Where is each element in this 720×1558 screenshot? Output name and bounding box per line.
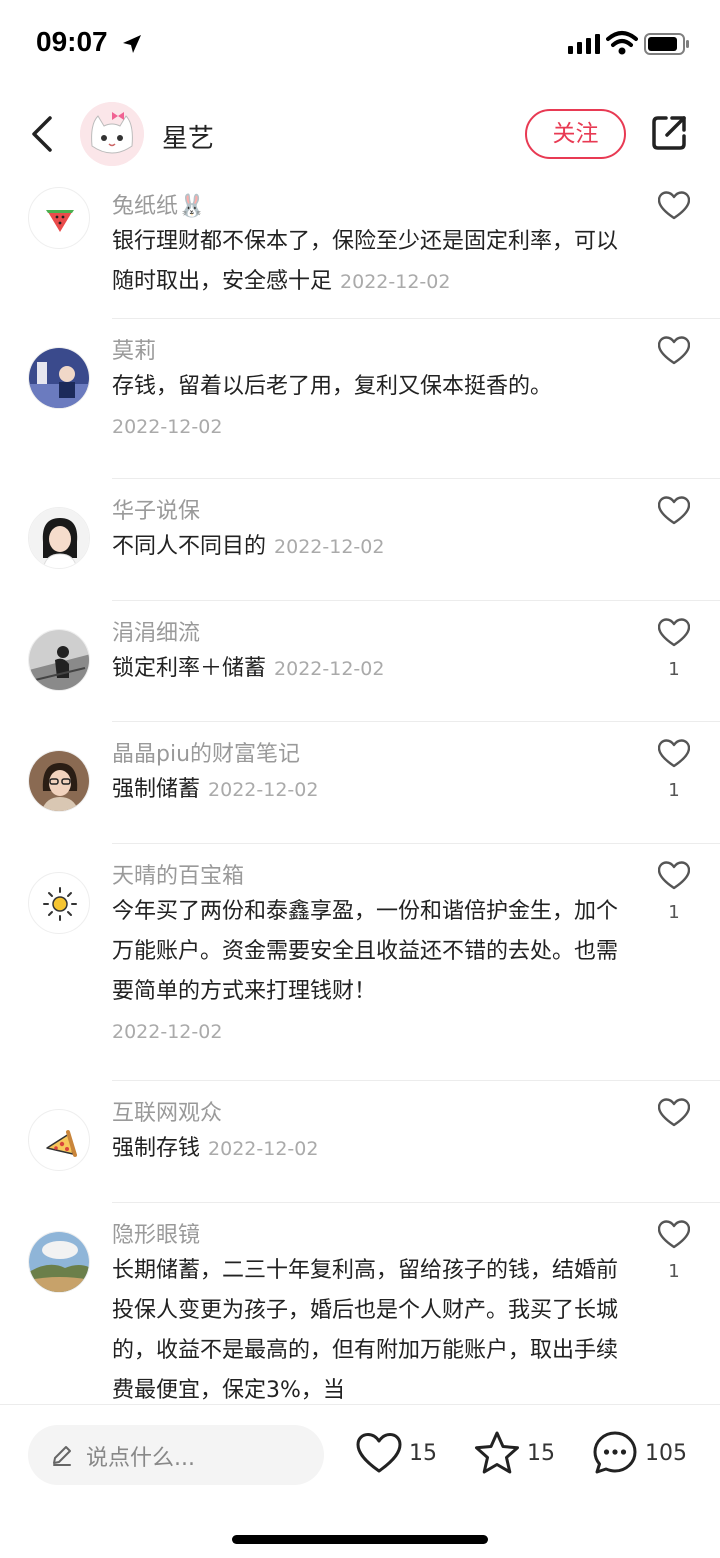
comment-input-placeholder: 说点什么... (86, 1446, 195, 1471)
header: 星艺 关注 (0, 96, 720, 174)
status-bar: 09:07 (0, 0, 720, 88)
comment-body: 强制储蓄 (112, 777, 201, 802)
favorite-button[interactable]: 15 (474, 1429, 558, 1481)
signal-icon (568, 34, 600, 54)
heart-icon[interactable] (658, 336, 690, 366)
comment-item[interactable]: 互联网观众 强制存钱 2022-12-02 (0, 1081, 720, 1203)
comment-date: 2022-12-02 (340, 271, 451, 293)
commenter-avatar[interactable] (28, 1231, 90, 1293)
comment-text: 银行理财都不保本了，保险至少还是固定利率，可以随时取出，安全感十足 2022-12… (112, 222, 622, 302)
like-count: 1 (668, 659, 680, 680)
commenter-name[interactable]: 互联网观众 (112, 1095, 222, 1127)
comment-date: 2022-12-02 (112, 1021, 223, 1043)
comment-item[interactable]: 隐形眼镜 长期储蓄，二三十年复利高，留给孩子的钱，结婚前投保人变更为孩子，婚后也… (0, 1203, 720, 1404)
comment-item[interactable]: 华子说保 不同人不同目的 2022-12-02 (0, 479, 720, 601)
comment-icon (593, 1431, 637, 1474)
comment-text: 今年买了两份和泰鑫享盈，一份和谐倍护金生，加个万能账户。资金需要安全且收益还不错… (112, 892, 622, 1052)
comment-item[interactable]: 兔纸纸🐰 银行理财都不保本了，保险至少还是固定利率，可以随时取出，安全感十足 20… (0, 174, 720, 319)
author-name[interactable]: 星艺 (162, 118, 214, 155)
comment-text: 不同人不同目的 2022-12-02 (112, 527, 622, 567)
heart-icon (356, 1433, 402, 1473)
like-count: 1 (668, 1261, 680, 1282)
share-icon[interactable] (650, 114, 688, 152)
comment-text: 强制存钱 2022-12-02 (112, 1129, 622, 1169)
bottom-bar: 说点什么... 15 15 105 (0, 1404, 720, 1558)
commenter-name[interactable]: 晶晶piu的财富笔记 (112, 736, 300, 768)
comment-input[interactable]: 说点什么... (28, 1425, 324, 1485)
heart-icon[interactable] (658, 191, 690, 221)
landscape-avatar-icon (29, 1232, 89, 1292)
comment-item[interactable]: 晶晶piu的财富笔记 强制储蓄 2022-12-02 1 (0, 722, 720, 844)
comment-item[interactable]: 天晴的百宝箱 今年买了两份和泰鑫享盈，一份和谐倍护金生，加个万能账户。资金需要安… (0, 844, 720, 1081)
like-total: 15 (409, 1441, 437, 1466)
commenter-avatar[interactable] (28, 347, 90, 409)
commenter-name[interactable]: 莫莉 (112, 333, 156, 365)
comment-text: 锁定利率＋储蓄 2022-12-02 (112, 649, 622, 689)
commenter-name[interactable]: 天晴的百宝箱 (112, 858, 244, 890)
home-indicator (232, 1535, 488, 1544)
heart-icon[interactable] (658, 1098, 690, 1128)
pen-icon (53, 1446, 71, 1466)
like-count: 1 (668, 780, 680, 801)
wifi-icon (606, 31, 638, 55)
comment-date: 2022-12-02 (112, 416, 223, 438)
comment-total: 105 (645, 1441, 687, 1466)
commenter-avatar[interactable] (28, 629, 90, 691)
battery-icon (644, 33, 689, 55)
comment-date: 2022-12-02 (208, 1138, 319, 1160)
star-icon (475, 1431, 519, 1474)
portrait-avatar-icon (29, 751, 89, 811)
author-avatar[interactable] (80, 102, 144, 166)
comment-list[interactable]: 兔纸纸🐰 银行理财都不保本了，保险至少还是固定利率，可以随时取出，安全感十足 20… (0, 174, 720, 1404)
comment-text: 强制储蓄 2022-12-02 (112, 770, 622, 810)
heart-icon[interactable] (658, 1220, 690, 1250)
commenter-avatar[interactable] (28, 187, 90, 249)
favorite-total: 15 (527, 1441, 555, 1466)
comment-button[interactable]: 105 (592, 1429, 692, 1481)
commenter-avatar[interactable] (28, 507, 90, 569)
comment-text: 存钱，留着以后老了用，复利又保本挺香的。 2022-12-02 (112, 367, 622, 447)
bw-photo-avatar-icon (29, 630, 89, 690)
heart-icon[interactable] (658, 618, 690, 648)
comment-item[interactable]: 涓涓细流 锁定利率＋储蓄 2022-12-02 1 (0, 601, 720, 722)
portrait-avatar-icon (29, 508, 89, 568)
commenter-avatar[interactable] (28, 1109, 90, 1171)
comment-body: 强制存钱 (112, 1136, 201, 1161)
photo-avatar-icon (29, 348, 89, 408)
commenter-name[interactable]: 隐形眼镜 (112, 1217, 200, 1249)
comment-date: 2022-12-02 (208, 779, 319, 801)
comment-body: 不同人不同目的 (112, 534, 267, 559)
location-arrow-icon (123, 35, 141, 53)
comment-body: 今年买了两份和泰鑫享盈，一份和谐倍护金生，加个万能账户。资金需要安全且收益还不错… (112, 899, 619, 1004)
comment-body: 存钱，留着以后老了用，复利又保本挺香的。 (112, 374, 553, 399)
heart-icon[interactable] (658, 496, 690, 526)
watermelon-avatar-icon (46, 210, 74, 232)
comment-body: 锁定利率＋储蓄 (112, 656, 267, 681)
like-count: 1 (668, 902, 680, 923)
sun-avatar-icon (43, 887, 77, 921)
commenter-avatar[interactable] (28, 872, 90, 934)
heart-icon[interactable] (658, 861, 690, 891)
comment-text: 长期储蓄，二三十年复利高，留给孩子的钱，结婚前投保人变更为孩子，婚后也是个人财产… (112, 1251, 622, 1404)
follow-button[interactable]: 关注 (525, 109, 626, 159)
back-icon[interactable] (28, 114, 56, 154)
comment-body: 长期储蓄，二三十年复利高，留给孩子的钱，结婚前投保人变更为孩子，婚后也是个人财产… (112, 1258, 619, 1403)
commenter-avatar[interactable] (28, 750, 90, 812)
comment-item[interactable]: 莫莉 存钱，留着以后老了用，复利又保本挺香的。 2022-12-02 (0, 319, 720, 479)
like-button[interactable]: 15 (356, 1429, 440, 1481)
pizza-avatar-icon (46, 1130, 77, 1157)
commenter-name[interactable]: 华子说保 (112, 493, 200, 525)
comment-date: 2022-12-02 (274, 536, 385, 558)
commenter-name[interactable]: 兔纸纸🐰 (112, 188, 205, 220)
comment-date: 2022-12-02 (274, 658, 385, 680)
commenter-name[interactable]: 涓涓细流 (112, 615, 200, 647)
status-time: 09:07 (36, 26, 108, 57)
cat-avatar-icon (80, 102, 144, 166)
heart-icon[interactable] (658, 739, 690, 769)
